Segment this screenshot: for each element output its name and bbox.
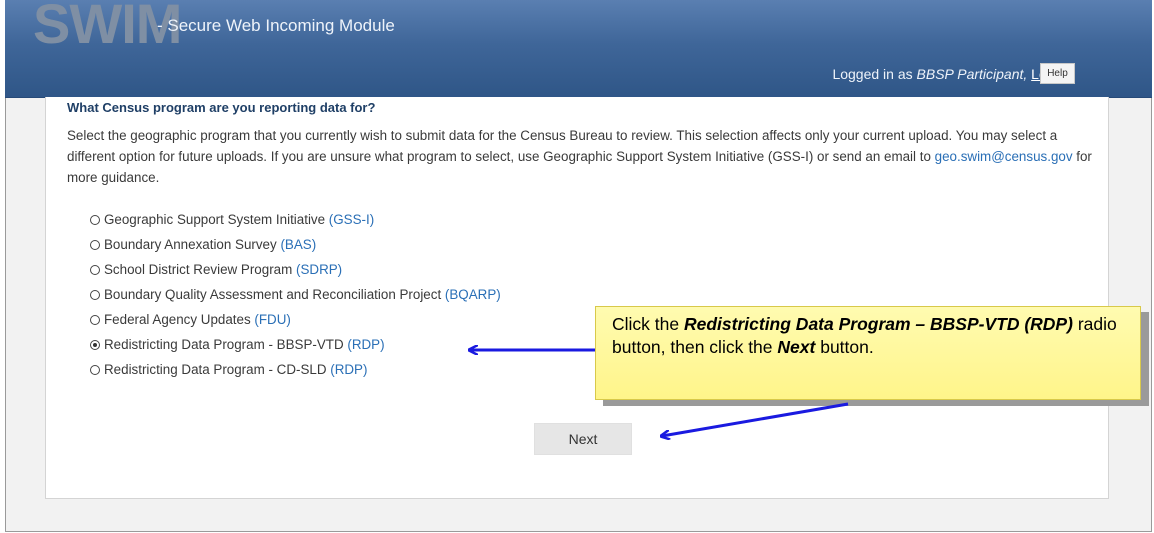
annotation-arrows (0, 0, 849, 533)
arrow-to-next (662, 402, 849, 436)
